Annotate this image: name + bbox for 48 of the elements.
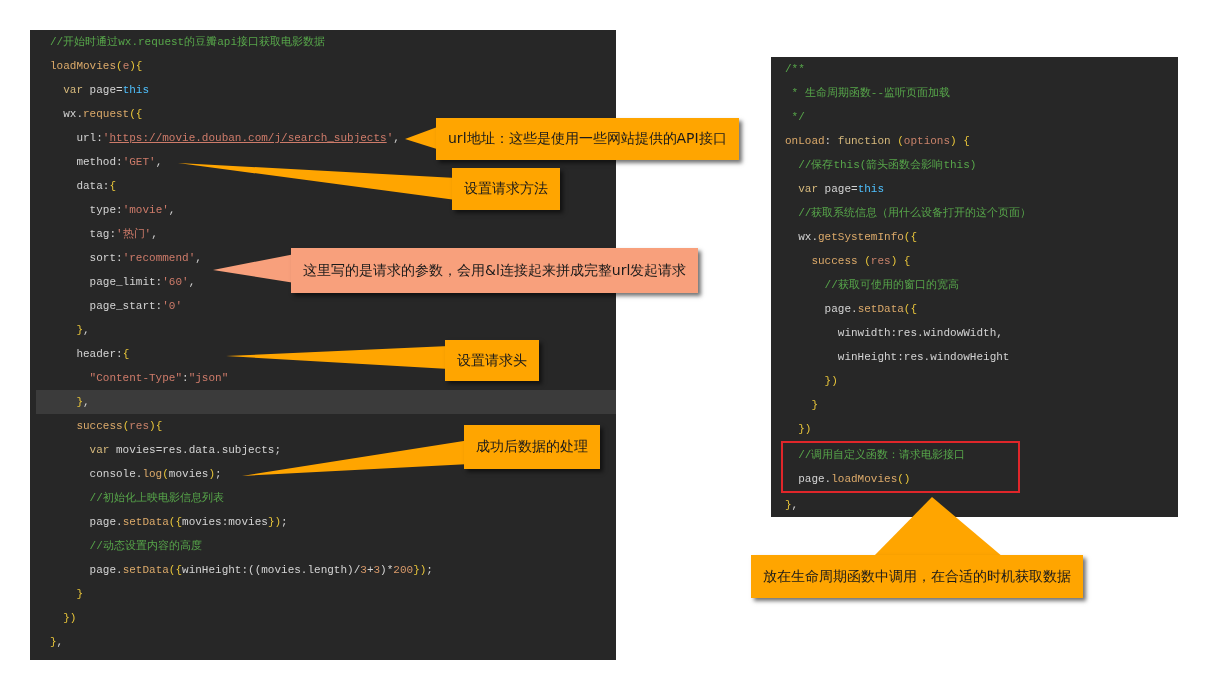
code-line: success(res){ <box>75 419 163 434</box>
code-line: type:'movie', <box>88 203 176 218</box>
code-line: /** <box>785 62 805 77</box>
code-line: sort:'recommend', <box>88 251 202 266</box>
code-line: success (res) { <box>810 254 911 269</box>
code-line: "Content-Type":"json" <box>88 371 229 386</box>
code-line: console.log(movies); <box>88 467 222 482</box>
code-line: }) <box>62 611 77 626</box>
code-line: page.loadMovies() <box>797 472 911 487</box>
code-line: wx.getSystemInfo({ <box>797 230 918 245</box>
code-line: winHeight:res.windowHeight <box>836 350 1010 365</box>
callout-box: 设置请求方法 <box>452 168 560 210</box>
code-line: } <box>75 587 83 602</box>
code-line: winwidth:res.windowWidth, <box>836 326 1003 341</box>
code-line: var movies=res.data.subjects; <box>88 443 282 458</box>
code-line: url:'https://movie.douban.com/j/search_subjects', <box>75 131 400 146</box>
code-line: //获取系统信息（用什么设备打开的这个页面） <box>797 206 1032 221</box>
code-line: var page=this <box>62 83 150 98</box>
code-line: //调用自定义函数：请求电影接口 <box>797 448 966 463</box>
code-line: //初始化上映电影信息列表 <box>88 491 224 506</box>
code-line: wx.request({ <box>62 107 143 122</box>
code-line: }) <box>797 422 812 437</box>
code-line: header:{ <box>75 347 130 362</box>
callout-box: 设置请求头 <box>445 340 539 381</box>
code-line: }, <box>49 635 64 650</box>
code-line: //获取可使用的窗口的宽高 <box>823 278 959 293</box>
code-line: page_limit:'60', <box>88 275 196 290</box>
callout-box: 成功后数据的处理 <box>464 425 600 469</box>
code-line: onLoad: function (options) { <box>785 134 970 149</box>
code-line: }, <box>785 498 799 513</box>
code-line: page.setData({ <box>823 302 918 317</box>
code-line: //动态设置内容的高度 <box>88 539 202 554</box>
code-line: page_start:'0' <box>88 299 183 314</box>
code-line: //保存this(箭头函数会影响this) <box>797 158 977 173</box>
code-line: data:{ <box>75 179 117 194</box>
code-line: loadMovies(e){ <box>49 59 143 74</box>
code-line: method:'GET', <box>75 155 163 170</box>
code-line: tag:'热门', <box>88 227 158 242</box>
code-line: var page=this <box>797 182 885 197</box>
code-line: */ <box>790 110 805 125</box>
code-line: page.setData({winHeight:((movies.length)/3+3)*200}); <box>88 563 433 578</box>
code-line: //开始时通过wx.request的豆瓣api接口获取电影数据 <box>49 35 326 50</box>
callout-box: 放在生命周期函数中调用，在合适的时机获取数据 <box>751 555 1083 598</box>
code-line: page.setData({movies:movies}); <box>88 515 288 530</box>
code-line: } <box>810 398 818 413</box>
code-line: * 生命周期函数--监听页面加载 <box>790 86 950 101</box>
code-line: }, <box>75 323 90 338</box>
code-line: }) <box>823 374 838 389</box>
